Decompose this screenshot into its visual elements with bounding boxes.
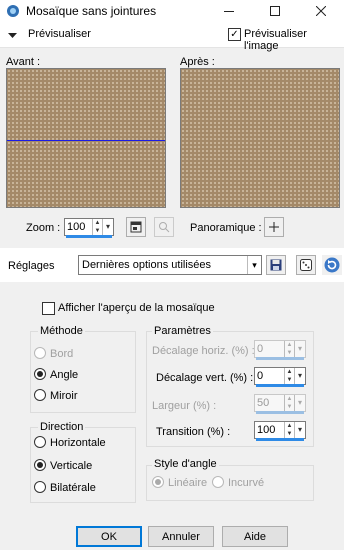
help-button[interactable]: Aide xyxy=(222,526,288,547)
zoom-dropdown-icon[interactable]: ▾ xyxy=(102,219,113,235)
width-value[interactable]: 50 xyxy=(257,397,269,409)
transition-dropdown-icon[interactable]: ▾ xyxy=(294,422,305,438)
zoom-spin-arrows-icon[interactable]: ▲ ▼ xyxy=(92,219,102,235)
preview-guide-line xyxy=(7,140,165,141)
zoom-underline xyxy=(66,235,112,238)
corner-incurve-radio[interactable] xyxy=(212,476,224,488)
pan-move-icon[interactable] xyxy=(264,217,284,237)
method-bord-radio[interactable] xyxy=(34,347,46,359)
show-tile-preview-label[interactable]: Afficher l'aperçu de la mosaïque xyxy=(58,302,215,314)
after-label: Après : xyxy=(180,56,215,68)
zoom-value[interactable]: 100 xyxy=(67,221,85,233)
direction-bilaterale-radio[interactable] xyxy=(34,481,46,493)
transition-value[interactable]: 100 xyxy=(257,424,275,436)
method-bord-label[interactable]: Bord xyxy=(50,348,73,360)
close-icon[interactable] xyxy=(298,0,344,22)
horiz-offset-stepper[interactable]: 0 ▲ ▼ ▾ xyxy=(254,340,306,360)
vert-offset-label: Décalage vert. (%) : xyxy=(156,372,254,384)
vert-offset-value[interactable]: 0 xyxy=(257,370,263,382)
direction-verticale-label[interactable]: Verticale xyxy=(50,460,92,472)
after-preview-image xyxy=(180,68,340,208)
preview-bar: Prévisualiser ✓ Prévisualiser l'image xyxy=(0,22,344,52)
cancel-button[interactable]: Annuler xyxy=(148,526,214,547)
vert-offset-spin-icon[interactable]: ▲ ▼ xyxy=(284,368,294,384)
preset-dropdown-icon[interactable]: ▾ xyxy=(247,256,261,274)
reset-default-icon[interactable] xyxy=(322,255,342,275)
method-group-title: Méthode xyxy=(38,325,85,337)
method-angle-radio[interactable] xyxy=(34,368,46,380)
horiz-offset-value[interactable]: 0 xyxy=(257,343,263,355)
zoom-stepper[interactable]: 100 ▲ ▼ ▾ xyxy=(64,218,114,238)
preview-image-checkbox[interactable]: ✓ xyxy=(228,28,241,41)
maximize-icon[interactable] xyxy=(252,0,298,22)
vert-offset-underline xyxy=(256,384,304,387)
corner-style-group-title: Style d'angle xyxy=(152,458,219,470)
before-label: Avant : xyxy=(6,56,41,68)
horiz-offset-dropdown-icon[interactable]: ▾ xyxy=(294,341,305,357)
method-miroir-radio[interactable] xyxy=(34,389,46,401)
zoom-label: Zoom : xyxy=(26,222,61,234)
transition-stepper[interactable]: 100 ▲ ▼ ▾ xyxy=(254,421,306,441)
show-tile-preview-checkbox[interactable] xyxy=(42,302,55,315)
vert-offset-dropdown-icon[interactable]: ▾ xyxy=(294,368,305,384)
parameters-group-title: Paramètres xyxy=(152,325,213,337)
preview-toggle-label[interactable]: Prévisualiser xyxy=(28,28,91,40)
preset-select[interactable]: Dernières options utilisées ▾ xyxy=(78,255,262,275)
zoom-window-icon[interactable] xyxy=(126,217,146,237)
width-label: Largeur (%) : xyxy=(152,400,217,412)
horiz-offset-spin-icon[interactable]: ▲ ▼ xyxy=(284,341,294,357)
transition-label: Transition (%) : xyxy=(156,426,231,438)
horiz-offset-label: Décalage horiz. (%) : xyxy=(152,345,255,357)
randomize-dice-icon[interactable] xyxy=(296,255,316,275)
corner-lineaire-label[interactable]: Linéaire xyxy=(168,477,207,489)
direction-horizontale-label[interactable]: Horizontale xyxy=(50,437,106,449)
direction-horizontale-radio[interactable] xyxy=(34,436,46,448)
direction-group-title: Direction xyxy=(38,421,86,433)
transition-spin-icon[interactable]: ▲ ▼ xyxy=(284,422,294,438)
direction-bilaterale-label[interactable]: Bilatérale xyxy=(50,482,96,494)
app-icon xyxy=(6,4,20,18)
zoom-reset-icon[interactable] xyxy=(154,217,174,237)
collapse-triangle-icon[interactable] xyxy=(8,30,17,42)
width-underline xyxy=(256,411,304,414)
panoramique-label: Panoramique : xyxy=(190,222,262,234)
window-title: Mosaïque sans jointures xyxy=(26,4,157,18)
width-stepper[interactable]: 50 ▲ ▼ ▾ xyxy=(254,394,306,414)
title-bar: Mosaïque sans jointures xyxy=(0,0,344,22)
horiz-offset-underline xyxy=(256,357,304,360)
preset-select-value: Dernières options utilisées xyxy=(82,259,212,271)
preview-image-label[interactable]: Prévisualiser l'image xyxy=(244,28,344,52)
minimize-icon[interactable] xyxy=(206,0,252,22)
width-dropdown-icon[interactable]: ▾ xyxy=(294,395,305,411)
vert-offset-stepper[interactable]: 0 ▲ ▼ ▾ xyxy=(254,367,306,387)
ok-button[interactable]: OK xyxy=(76,526,142,547)
save-preset-icon[interactable] xyxy=(266,255,286,275)
before-preview-image[interactable] xyxy=(6,68,166,208)
direction-verticale-radio[interactable] xyxy=(34,459,46,471)
method-angle-label[interactable]: Angle xyxy=(50,369,78,381)
transition-underline xyxy=(256,438,304,441)
settings-label: Réglages xyxy=(8,260,55,272)
width-spin-icon[interactable]: ▲ ▼ xyxy=(284,395,294,411)
corner-lineaire-radio[interactable] xyxy=(152,476,164,488)
method-miroir-label[interactable]: Miroir xyxy=(50,390,78,402)
corner-incurve-label[interactable]: Incurvé xyxy=(228,477,264,489)
